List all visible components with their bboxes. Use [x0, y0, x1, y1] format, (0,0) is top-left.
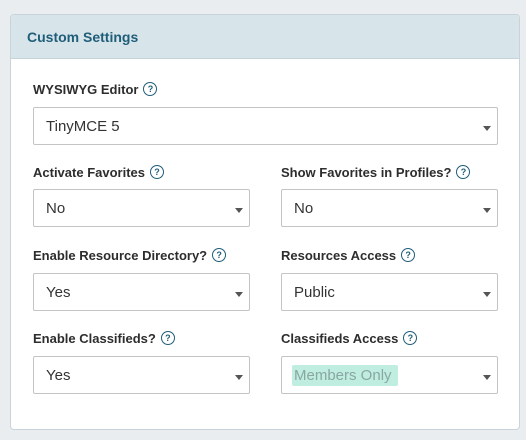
wysiwyg-editor-select[interactable]: TinyMCE 5 — [33, 107, 498, 145]
wysiwyg-editor-field: WYSIWYG Editor ? — [33, 79, 158, 99]
show-favorites-select[interactable]: No — [281, 189, 498, 227]
help-icon[interactable]: ? — [403, 331, 418, 345]
panel-header: Custom Settings — [11, 15, 519, 59]
help-icon[interactable]: ? — [212, 248, 227, 262]
classifieds-access-field: Classifieds Access ? — [281, 328, 418, 348]
show-favorites-label: Show Favorites in Profiles? — [281, 164, 452, 180]
chevron-down-icon — [483, 375, 491, 380]
resources-access-select[interactable]: Public — [281, 273, 498, 311]
enable-classifieds-value: Yes — [46, 366, 71, 384]
classifieds-access-select[interactable]: Members Only — [281, 356, 498, 394]
help-icon[interactable]: ? — [150, 165, 164, 179]
help-icon[interactable]: ? — [401, 248, 416, 262]
enable-resources-select[interactable]: Yes — [33, 273, 250, 311]
classifieds-access-label: Classifieds Access — [281, 330, 399, 346]
chevron-down-icon — [483, 292, 491, 297]
resources-access-value: Public — [294, 283, 335, 301]
enable-resources-field: Enable Resource Directory? ? — [33, 245, 227, 265]
classifieds-access-value: Members Only — [292, 364, 398, 386]
wysiwyg-editor-label: WYSIWYG Editor — [33, 81, 139, 97]
chevron-down-icon — [483, 126, 491, 131]
enable-resources-value: Yes — [46, 283, 71, 301]
help-icon[interactable]: ? — [143, 82, 158, 96]
help-icon[interactable]: ? — [160, 331, 175, 345]
chevron-down-icon — [235, 375, 243, 380]
panel-title: Custom Settings — [27, 28, 139, 45]
activate-favorites-field: Activate Favorites ? — [33, 162, 164, 182]
resources-access-label: Resources Access — [281, 247, 397, 263]
activate-favorites-label: Activate Favorites — [33, 164, 145, 180]
activate-favorites-select[interactable]: No — [33, 189, 250, 227]
chevron-down-icon — [483, 208, 491, 213]
activate-favorites-value: No — [46, 199, 66, 217]
enable-classifieds-select[interactable]: Yes — [33, 356, 250, 394]
wysiwyg-editor-value: TinyMCE 5 — [46, 117, 120, 135]
help-icon[interactable]: ? — [456, 165, 471, 179]
enable-resources-label: Enable Resource Directory? — [33, 247, 208, 263]
show-favorites-value: No — [294, 199, 314, 217]
chevron-down-icon — [235, 292, 243, 297]
show-favorites-field: Show Favorites in Profiles? ? — [281, 162, 471, 182]
enable-classifieds-field: Enable Classifieds? ? — [33, 328, 175, 348]
enable-classifieds-label: Enable Classifieds? — [33, 330, 156, 346]
custom-settings-panel: Custom Settings WYSIWYG Editor ? TinyMCE… — [10, 14, 520, 430]
resources-access-field: Resources Access ? — [281, 245, 416, 265]
chevron-down-icon — [235, 208, 243, 213]
